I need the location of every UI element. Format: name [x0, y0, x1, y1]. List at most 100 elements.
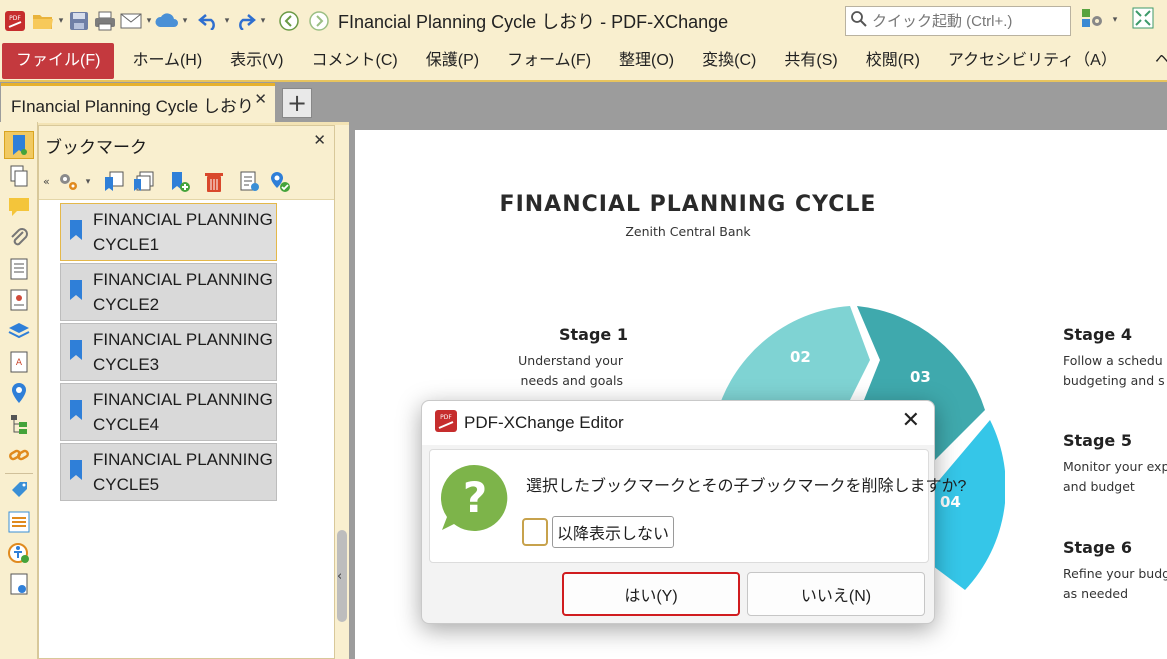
svg-text:PDF: PDF	[9, 15, 21, 22]
open-dropdown-icon[interactable]: ▾	[56, 16, 66, 26]
options-dropdown-icon[interactable]: ▾	[83, 177, 93, 187]
accessibility-check-icon[interactable]	[4, 539, 34, 567]
settings-layout-icon[interactable]	[1080, 6, 1106, 34]
destinations-icon[interactable]	[4, 379, 34, 407]
forward-nav-icon[interactable]	[306, 6, 332, 36]
undo-icon[interactable]	[196, 6, 222, 36]
new-tab-button[interactable]: +	[282, 88, 312, 118]
email-icon[interactable]	[118, 6, 144, 36]
comments-panel-icon[interactable]	[4, 193, 34, 221]
layers-icon[interactable]	[4, 317, 34, 345]
bookmark-label: FINANCIAL PLANNING CYCLE3	[93, 330, 273, 374]
collapse-toolbar-icon[interactable]: «	[43, 175, 53, 188]
email-dropdown-icon[interactable]: ▾	[144, 16, 154, 26]
menu-convert[interactable]: 変換(C)	[688, 42, 770, 80]
save-icon[interactable]	[66, 6, 92, 36]
menu-help[interactable]: ヘルプ(H)	[1141, 42, 1167, 80]
menu-share[interactable]: 共有(S)	[770, 42, 851, 80]
segment-label-03: 03	[910, 368, 931, 386]
document-tab[interactable]: FInancial Planning Cycle しおり ✕	[1, 83, 275, 123]
add-bookmark-icon[interactable]	[165, 167, 195, 197]
bookmarks-panel: ブックマーク ✕ « ▾ FINANCIAL PLANNING CYCLE1 F…	[38, 125, 335, 659]
document-properties-icon[interactable]	[4, 255, 34, 283]
svg-text:A: A	[16, 358, 23, 368]
menu-home[interactable]: ホーム(H)	[118, 42, 216, 80]
open-folder-icon[interactable]	[30, 6, 56, 36]
undo-dropdown-icon[interactable]: ▾	[222, 16, 232, 26]
page-subtitle: Zenith Central Bank	[625, 224, 751, 239]
bookmark-list: FINANCIAL PLANNING CYCLE1 FINANCIAL PLANN…	[39, 200, 334, 501]
bookmark-icon	[69, 219, 83, 245]
bookmark-item[interactable]: FINANCIAL PLANNING CYCLE5	[60, 443, 277, 501]
links-icon[interactable]	[4, 441, 34, 469]
stage5-heading: Stage 5	[1063, 431, 1132, 450]
bookmark-item[interactable]: FINANCIAL PLANNING CYCLE4	[60, 383, 277, 441]
stage4-text: Follow a schedu budgeting and s	[1063, 353, 1165, 388]
cloud-dropdown-icon[interactable]: ▾	[180, 16, 190, 26]
stage6-heading: Stage 6	[1063, 538, 1132, 557]
no-button[interactable]: いいえ(N)	[747, 572, 925, 616]
bookmark-icon	[69, 399, 83, 425]
order-panel-icon[interactable]	[4, 508, 34, 536]
new-child-bookmark-icon[interactable]	[129, 167, 159, 197]
yes-button[interactable]: はい(Y)	[562, 572, 740, 616]
tags-icon[interactable]	[4, 477, 34, 505]
menu-comment[interactable]: コメント(C)	[298, 42, 412, 80]
bookmarks-panel-header: ブックマーク ✕	[39, 126, 334, 164]
new-bookmark-icon[interactable]	[99, 167, 129, 197]
attachments-icon[interactable]	[4, 224, 34, 252]
bookmark-item[interactable]: FINANCIAL PLANNING CYCLE3	[60, 323, 277, 381]
signature-panel-icon[interactable]	[4, 286, 34, 314]
settings-dropdown-icon[interactable]: ▾	[1110, 15, 1120, 25]
redo-dropdown-icon[interactable]: ▾	[258, 16, 268, 26]
svg-text:?: ?	[463, 473, 487, 522]
bookmarks-panel-icon[interactable]	[4, 131, 34, 159]
document-tab-label: FInancial Planning Cycle しおり	[11, 97, 254, 116]
menu-accessibility[interactable]: アクセシビリティ（A）	[934, 42, 1131, 80]
rail-divider	[5, 473, 33, 474]
dont-show-again-label[interactable]: 以降表示しない	[552, 516, 675, 548]
reading-order-icon[interactable]	[4, 570, 34, 598]
bookmark-icon	[69, 339, 83, 365]
bookmark-item[interactable]: FINANCIAL PLANNING CYCLE2	[60, 263, 277, 321]
bookmarks-toolbar: « ▾	[39, 164, 334, 200]
bookmark-icon	[69, 279, 83, 305]
bookmark-properties-icon[interactable]	[235, 167, 265, 197]
print-icon[interactable]	[92, 6, 118, 36]
dont-show-again-option[interactable]: 以降表示しない	[522, 516, 675, 548]
menu-view[interactable]: 表示(V)	[216, 42, 297, 80]
cloud-icon[interactable]	[154, 6, 180, 36]
stage1-text: Understand your needs and goals	[518, 353, 623, 388]
bookmark-label: FINANCIAL PLANNING CYCLE5	[93, 450, 273, 494]
dialog-close-icon[interactable]: ✕	[902, 409, 920, 433]
redo-icon[interactable]	[232, 6, 258, 36]
title-bar: PDF ▾ ▾ ▾ ▾ ▾ FInancial Planning Cycle し…	[0, 0, 1167, 42]
search-input[interactable]	[872, 12, 1062, 30]
menu-organize[interactable]: 整理(O)	[605, 42, 688, 80]
bookmark-settings-icon[interactable]	[265, 167, 295, 197]
bookmark-label: FINANCIAL PLANNING CYCLE4	[93, 390, 273, 434]
fullscreen-icon[interactable]	[1132, 7, 1154, 33]
panel-splitter[interactable]: ‹	[335, 125, 349, 659]
menu-protect[interactable]: 保護(P)	[412, 42, 493, 80]
dont-show-again-checkbox[interactable]	[522, 518, 548, 546]
app-logo-icon[interactable]: PDF	[0, 0, 30, 42]
back-nav-icon[interactable]	[276, 6, 302, 36]
bookmark-options-gear-icon[interactable]	[53, 167, 83, 197]
close-tab-icon[interactable]: ✕	[254, 90, 267, 108]
menu-review[interactable]: 校閲(R)	[852, 42, 934, 80]
search-icon	[850, 10, 868, 32]
window-title: FInancial Planning Cycle しおり - PDF-XChan…	[338, 12, 733, 32]
close-panel-icon[interactable]: ✕	[313, 131, 326, 149]
pages-thumbnail-icon[interactable]	[4, 162, 34, 190]
collapse-panel-chevron-icon[interactable]: ‹	[337, 569, 342, 584]
delete-bookmark-icon[interactable]	[199, 167, 229, 197]
menu-form[interactable]: フォーム(F)	[493, 42, 605, 80]
quick-launch-search[interactable]	[845, 6, 1071, 36]
stage5-text: Monitor your exp and budget	[1063, 459, 1167, 494]
question-icon: ?	[438, 462, 510, 538]
bookmark-item[interactable]: FINANCIAL PLANNING CYCLE1	[60, 203, 277, 261]
content-panel-icon[interactable]: A	[4, 348, 34, 376]
menu-file[interactable]: ファイル(F)	[2, 43, 115, 79]
structure-tree-icon[interactable]	[4, 410, 34, 438]
